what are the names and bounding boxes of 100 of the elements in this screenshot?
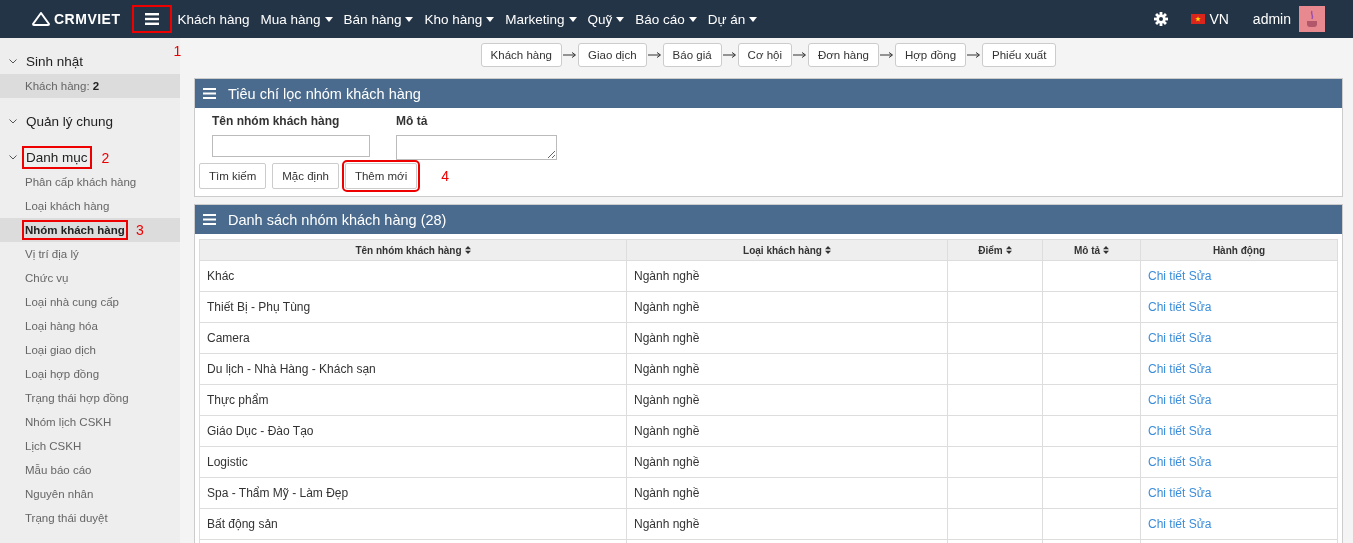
panel-title: Tiêu chí lọc nhóm khách hàng <box>228 85 421 102</box>
arrow-icon <box>563 51 577 59</box>
column-header[interactable]: Hành động <box>1140 239 1338 261</box>
sidebar-section-title[interactable]: Quản lý chung <box>24 111 116 131</box>
nav-menu-item[interactable]: Dự án <box>707 11 758 27</box>
action-link[interactable]: Sửa <box>1188 393 1212 407</box>
workflow-step-button[interactable]: Hợp đồng <box>895 43 967 67</box>
arrow-icon <box>647 51 662 59</box>
table-cell: Ngành nghề <box>634 424 700 438</box>
language-selector[interactable]: VN <box>1209 11 1229 27</box>
action-link[interactable]: Sửa <box>1188 362 1212 376</box>
sort-icon <box>1005 245 1012 254</box>
workflow-step-button[interactable]: Giao dịch <box>578 43 647 67</box>
sidebar-item[interactable]: Trạng thái duyệt <box>24 510 109 526</box>
nav-menu-item[interactable]: Mua hàng <box>260 11 333 27</box>
flag-icon <box>1191 14 1206 24</box>
sidebar-item[interactable]: Chức vụ <box>24 270 70 286</box>
sidebar-item[interactable]: Loại hàng hóa <box>24 318 99 334</box>
arrow-icon <box>722 51 737 59</box>
arrow-icon <box>967 51 982 59</box>
sidebar-item[interactable]: Trạng thái hợp đồng <box>24 390 130 406</box>
nav-menu-item[interactable]: Kho hàng <box>424 11 495 27</box>
action-link[interactable]: Sửa <box>1188 455 1212 469</box>
action-button[interactable]: Tìm kiếm <box>199 163 267 189</box>
sidebar-item[interactable]: Nhóm khách hàng <box>24 222 126 238</box>
sidebar-item[interactable]: Nguyên nhân <box>24 486 95 502</box>
menu-icon <box>203 214 216 225</box>
chevron-down-icon <box>9 118 17 124</box>
workflow-step-button[interactable]: Phiếu xuất <box>982 43 1057 67</box>
table-cell: Giáo Dục - Đào Tạo <box>207 424 314 438</box>
sidebar-item[interactable]: Loại giao dịch <box>24 342 97 358</box>
table-cell: Spa - Thẩm Mỹ - Làm Đẹp <box>207 486 349 500</box>
action-link[interactable]: Chi tiết <box>1148 393 1186 407</box>
settings-icon[interactable] <box>1154 12 1169 26</box>
sidebar-item[interactable]: Lịch CSKH <box>24 438 83 454</box>
caret-icon <box>616 16 625 22</box>
sort-icon <box>464 245 471 254</box>
workflow-step-button[interactable]: Báo giá <box>662 43 722 67</box>
nav-menu-item[interactable]: Quỹ <box>587 11 625 27</box>
nav-menu-item[interactable]: Báo cáo <box>635 11 697 27</box>
sort-icon <box>824 245 831 254</box>
sidebar-item[interactable]: Loại nhà cung cấp <box>24 294 120 310</box>
action-link[interactable]: Sửa <box>1188 424 1212 438</box>
table-cell: Ngành nghề <box>634 300 700 314</box>
table-cell: Bất động sản <box>207 517 278 531</box>
column-header[interactable]: Tên nhóm khách hàng <box>199 239 627 261</box>
action-link[interactable]: Sửa <box>1188 300 1212 314</box>
workflow-step-button[interactable]: Đơn hàng <box>808 43 879 67</box>
action-button[interactable]: Mặc định <box>272 163 339 189</box>
arrow-icon <box>880 51 894 59</box>
action-link[interactable]: Chi tiết <box>1148 424 1186 438</box>
table-cell: Ngành nghề <box>634 517 700 531</box>
callout-number: 3 <box>136 222 144 238</box>
sidebar-item[interactable]: Nhóm lịch CSKH <box>24 414 113 430</box>
action-link[interactable]: Sửa <box>1188 331 1212 345</box>
action-link[interactable]: Sửa <box>1188 269 1212 283</box>
table-cell: Thiết Bị - Phụ Tùng <box>207 300 311 314</box>
table-cell: Ngành nghề <box>634 455 700 469</box>
caret-icon <box>749 16 758 22</box>
workflow-step-button[interactable]: Khách hàng <box>480 43 562 67</box>
table-cell: Thực phẩm <box>207 393 269 407</box>
action-button[interactable]: Thêm mới <box>344 163 418 189</box>
action-link[interactable]: Sửa <box>1188 517 1212 531</box>
action-link[interactable]: Sửa <box>1188 486 1212 500</box>
sidebar-item[interactable]: Loại khách hàng <box>24 198 111 214</box>
caret-icon <box>688 16 697 22</box>
nav-menu-item[interactable]: Marketing <box>505 11 577 27</box>
action-link[interactable]: Chi tiết <box>1148 331 1186 345</box>
sidebar-item[interactable]: Loại hợp đồng <box>24 366 101 382</box>
sidebar-section-title[interactable]: Sinh nhật <box>24 51 86 71</box>
table-cell: Khác <box>207 269 235 283</box>
action-link[interactable]: Chi tiết <box>1148 362 1186 376</box>
sidebar-item[interactable]: Mẫu báo cáo <box>24 462 93 478</box>
action-link[interactable]: Chi tiết <box>1148 517 1186 531</box>
chevron-down-icon <box>9 154 17 160</box>
nav-menu-item[interactable]: Khách hàng <box>177 11 250 27</box>
sidebar-item[interactable]: Phân cấp khách hàng <box>24 174 138 190</box>
field-label: Mô tả <box>396 114 429 128</box>
column-header[interactable]: Điểm <box>947 239 1043 261</box>
nav-menu-item[interactable]: Bán hàng <box>343 11 414 27</box>
arrow-icon <box>793 51 807 59</box>
action-link[interactable]: Chi tiết <box>1148 486 1186 500</box>
text-area[interactable] <box>396 135 557 160</box>
user-name[interactable]: admin <box>1252 11 1291 27</box>
action-link[interactable]: Chi tiết <box>1148 300 1186 314</box>
column-header[interactable]: Loại khách hàng <box>626 239 948 261</box>
table-cell: Camera <box>207 331 250 345</box>
table-cell: Logistic <box>207 455 248 469</box>
table-cell: Ngành nghề <box>634 362 700 376</box>
action-link[interactable]: Chi tiết <box>1148 269 1186 283</box>
column-header[interactable]: Mô tả <box>1042 239 1141 261</box>
logo-icon <box>32 12 50 26</box>
action-link[interactable]: Chi tiết <box>1148 455 1186 469</box>
sidebar-item[interactable]: Vị trí địa lý <box>24 246 80 262</box>
caret-icon <box>568 16 577 22</box>
input-field[interactable] <box>212 135 370 157</box>
workflow-step-button[interactable]: Cơ hội <box>737 43 792 67</box>
caret-icon <box>486 16 495 22</box>
avatar-icon[interactable] <box>1299 6 1325 32</box>
callout-number: 4 <box>441 168 450 184</box>
